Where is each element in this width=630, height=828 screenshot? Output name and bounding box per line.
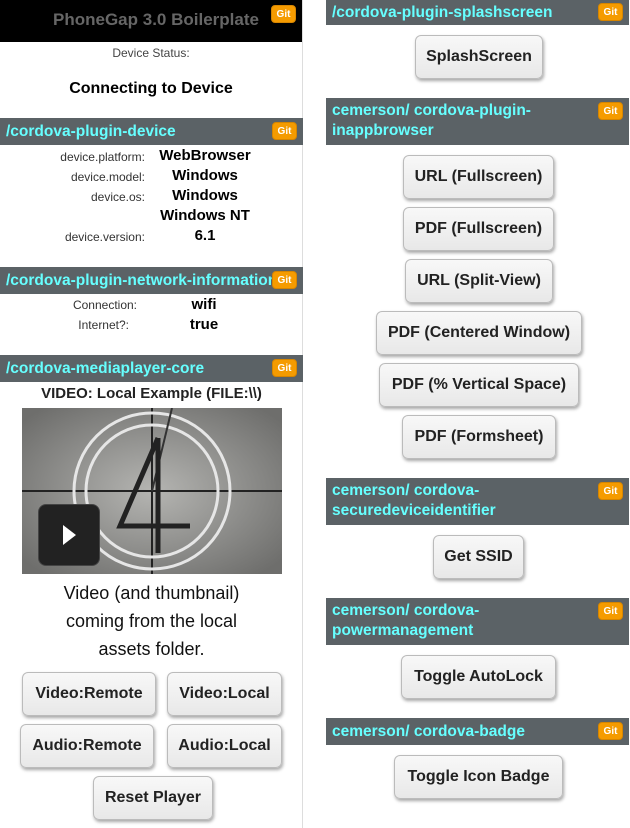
reset-player-button[interactable]: Reset Player (93, 776, 213, 820)
audio-local-button[interactable]: Audio:Local (167, 724, 282, 768)
device-platform-label: device.platform: (60, 150, 145, 164)
git-badge[interactable]: Git (271, 5, 296, 23)
section-title: cemerson/ cordova-securedeviceidentifier (332, 482, 496, 519)
video-remote-button[interactable]: Video:Remote (22, 672, 156, 716)
video-caption-line-2: coming from the local (65, 611, 238, 631)
app-title: PhoneGap 3.0 Boilerplate (53, 10, 259, 29)
video-player[interactable] (22, 408, 282, 574)
url-fullscreen-button[interactable]: URL (Fullscreen) (403, 155, 554, 199)
left-column: PhoneGap 3.0 Boilerplate Git Device Stat… (0, 0, 303, 828)
connection-value: wifi (191, 296, 217, 313)
toggle-autolock-button[interactable]: Toggle AutoLock (401, 655, 556, 699)
git-badge[interactable]: Git (598, 602, 623, 620)
audio-remote-button[interactable]: Audio:Remote (20, 724, 154, 768)
connection-label: Connection: (72, 298, 137, 312)
device-os-label: device.os: (90, 190, 145, 204)
section-title: /cordova-mediaplayer-core (6, 360, 205, 377)
device-os-value-2: Windows NT (160, 207, 250, 224)
section-title: cemerson/ cordova-badge (332, 723, 525, 740)
right-column: /cordova-plugin-splashscreen Git SplashS… (326, 0, 629, 828)
video-caption-line-1: Video (and thumbnail) (63, 583, 240, 603)
section-powermanagement: cemerson/ cordova-powermanagement Git (326, 598, 629, 645)
device-version-label: device.version: (64, 230, 145, 244)
section-mediaplayer: /cordova-mediaplayer-core Git (0, 355, 303, 382)
device-platform-value: WebBrowser (159, 147, 251, 164)
section-network: /cordova-plugin-network-information Git (0, 267, 303, 294)
git-badge[interactable]: Git (598, 102, 623, 120)
pdf-vertical-space-button[interactable]: PDF (% Vertical Space) (379, 363, 579, 407)
device-os-value: Windows (172, 187, 238, 204)
video-caption-line-3: assets folder. (98, 639, 205, 659)
internet-label: Internet?: (78, 318, 129, 332)
section-title: cemerson/ cordova-plugin-inappbrowser (332, 102, 531, 139)
section-title: /cordova-plugin-network-information (6, 272, 278, 289)
splashscreen-button[interactable]: SplashScreen (415, 35, 543, 79)
git-badge[interactable]: Git (598, 722, 623, 740)
section-title: cemerson/ cordova-powermanagement (332, 602, 480, 639)
internet-value: true (189, 316, 219, 333)
device-status-label: Device Status: (112, 46, 190, 60)
section-inappbrowser: cemerson/ cordova-plugin-inappbrowser Gi… (326, 98, 629, 145)
section-title: /cordova-plugin-device (6, 123, 176, 140)
git-badge[interactable]: Git (598, 3, 623, 21)
device-version-value: 6.1 (194, 227, 216, 244)
toggle-icon-badge-button[interactable]: Toggle Icon Badge (394, 755, 563, 799)
git-badge[interactable]: Git (272, 271, 297, 289)
pdf-centered-window-button[interactable]: PDF (Centered Window) (376, 311, 582, 355)
git-badge[interactable]: Git (598, 482, 623, 500)
section-title: /cordova-plugin-splashscreen (332, 4, 553, 21)
play-icon[interactable] (38, 504, 100, 566)
section-badge: cemerson/ cordova-badge Git (326, 718, 629, 745)
section-device: /cordova-plugin-device Git (0, 118, 303, 145)
device-status-value: Connecting to Device (69, 80, 233, 97)
app-header: PhoneGap 3.0 Boilerplate Git (0, 0, 302, 42)
pdf-fullscreen-button[interactable]: PDF (Fullscreen) (403, 207, 554, 251)
get-ssid-button[interactable]: Get SSID (433, 535, 524, 579)
pdf-formsheet-button[interactable]: PDF (Formsheet) (402, 415, 556, 459)
video-title: VIDEO: Local Example (FILE:\\) (41, 385, 262, 402)
device-model-label: device.model: (70, 170, 145, 184)
section-securedeviceidentifier: cemerson/ cordova-securedeviceidentifier… (326, 478, 629, 525)
video-local-button[interactable]: Video:Local (167, 672, 282, 716)
git-badge[interactable]: Git (272, 122, 297, 140)
device-model-value: Windows (172, 167, 238, 184)
git-badge[interactable]: Git (272, 359, 297, 377)
url-split-view-button[interactable]: URL (Split-View) (405, 259, 553, 303)
section-splashscreen: /cordova-plugin-splashscreen Git (326, 0, 629, 25)
